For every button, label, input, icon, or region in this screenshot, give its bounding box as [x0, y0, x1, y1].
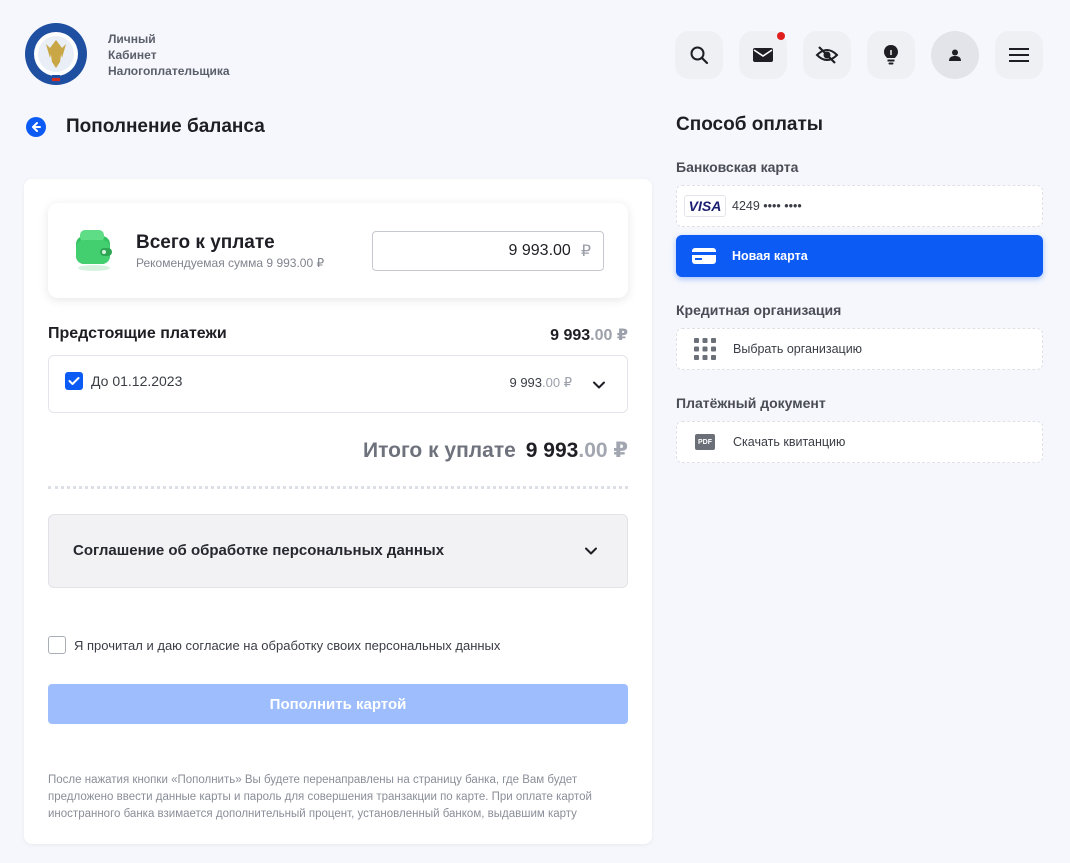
amount-frac: .00 ₽	[578, 439, 628, 462]
saved-card-option[interactable]: VISA 4249 •••• ••••	[676, 185, 1043, 227]
tips-button[interactable]	[867, 31, 915, 79]
download-receipt-label: Скачать квитанцию	[733, 435, 846, 449]
payment-checkbox[interactable]	[65, 372, 83, 390]
consent-label[interactable]: Я прочитал и даю согласие на обработку с…	[74, 638, 500, 653]
choose-organization-label: Выбрать организацию	[733, 342, 863, 356]
wallet-icon	[72, 226, 116, 272]
amount-frac: .00 ₽	[542, 375, 572, 390]
search-button[interactable]	[675, 31, 723, 79]
new-card-option[interactable]: Новая карта	[676, 235, 1043, 277]
lightbulb-icon	[884, 45, 898, 65]
new-card-label: Новая карта	[732, 249, 808, 263]
notification-dot	[777, 32, 785, 40]
amount-input[interactable]: 9 993.00 ₽	[372, 231, 604, 271]
amount-value: 9 993.00	[508, 242, 571, 259]
total-to-pay: Итого к уплате 9 993.00 ₽	[363, 438, 628, 463]
visa-icon: VISA	[677, 186, 733, 226]
payment-method-title: Способ оплаты	[676, 114, 823, 135]
menu-icon	[1009, 48, 1029, 62]
redirect-notice: После нажатия кнопки «Пополнить» Вы буде…	[48, 774, 592, 820]
card-icon	[676, 235, 732, 277]
recommended-amount: Рекомендуемая сумма 9 993.00 ₽	[136, 256, 325, 270]
upcoming-payments-label: Предстоящие платежи	[48, 325, 227, 342]
agreement-title: Соглашение об обработке персональных дан…	[73, 542, 445, 559]
amount-int: 9 993	[550, 327, 591, 344]
payment-document-section-label: Платёжный документ	[676, 395, 826, 411]
pdf-badge: PDF	[695, 434, 715, 450]
fns-logo[interactable]	[24, 22, 88, 86]
search-icon	[690, 46, 709, 65]
menu-button[interactable]	[995, 31, 1043, 79]
amount-frac: .00 ₽	[590, 327, 628, 344]
masked-card-number: 4249 •••• ••••	[732, 199, 802, 213]
bank-card-section-label: Банковская карта	[676, 159, 799, 175]
logo-title: Личный Кабинет Налогоплательщика	[108, 31, 230, 79]
logo-line: Налогоплательщика	[108, 64, 230, 78]
amount-int: 9 993	[525, 439, 579, 462]
total-label: Итого к уплате	[363, 439, 516, 462]
top-up-card-button[interactable]: Пополнить картой	[48, 684, 628, 724]
logo-line: Кабинет	[108, 48, 157, 62]
mail-icon	[753, 48, 773, 62]
download-receipt-option[interactable]: PDF Скачать квитанцию	[676, 421, 1043, 463]
chevron-down-icon[interactable]	[582, 542, 600, 560]
visibility-toggle-button[interactable]	[803, 31, 851, 79]
arrow-left-icon	[32, 122, 41, 132]
chevron-down-icon[interactable]	[590, 376, 608, 394]
consent-checkbox[interactable]	[48, 636, 66, 654]
amount-int: 9 993	[509, 375, 543, 390]
check-icon	[68, 377, 80, 385]
profile-button[interactable]	[931, 31, 979, 79]
pdf-icon: PDF	[677, 422, 733, 462]
eye-off-icon	[815, 46, 839, 64]
card-brand: VISA	[683, 195, 727, 217]
page-title: Пополнение баланса	[66, 116, 265, 137]
upcoming-payments-total: 9 993.00 ₽	[550, 325, 628, 345]
choose-organization-option[interactable]: Выбрать организацию	[676, 328, 1043, 370]
summary-title: Всего к уплате	[136, 232, 275, 253]
user-icon	[949, 49, 961, 61]
messages-button[interactable]	[739, 31, 787, 79]
payment-amount: 9 993.00 ₽	[509, 375, 572, 391]
payment-due-date: До 01.12.2023	[91, 373, 183, 389]
back-button[interactable]	[26, 117, 46, 137]
currency-symbol: ₽	[580, 243, 591, 260]
dotted-divider	[48, 486, 628, 489]
credit-org-section-label: Кредитная организация	[676, 302, 842, 318]
logo-line: Личный	[108, 32, 156, 46]
grid-icon	[677, 329, 733, 369]
